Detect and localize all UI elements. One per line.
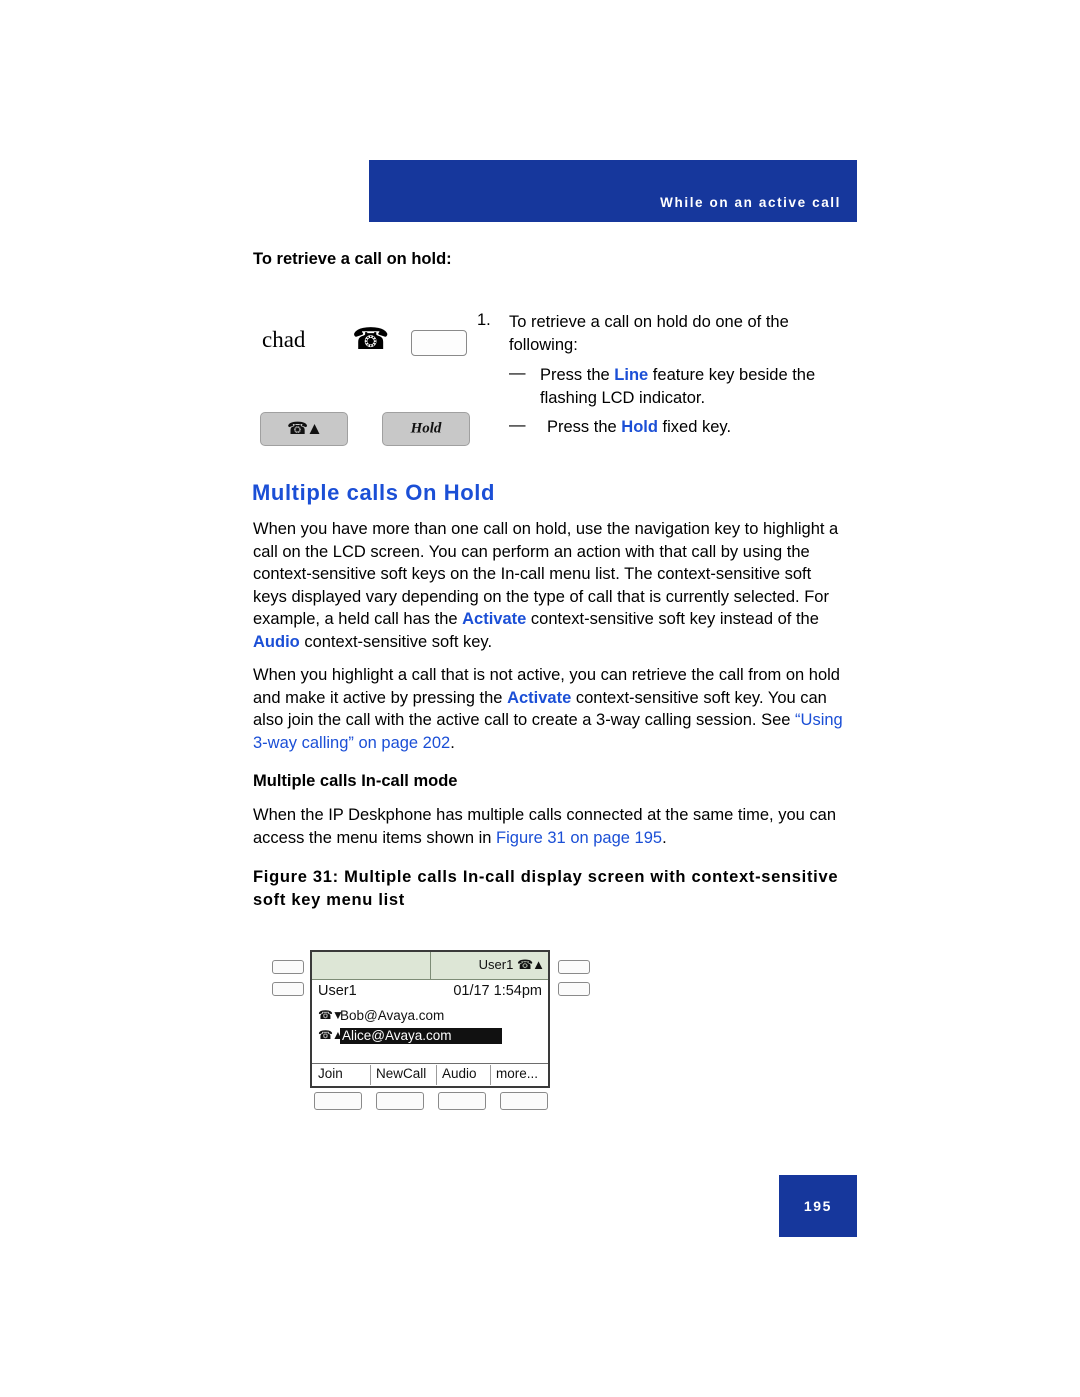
step-1-number: 1.: [477, 311, 491, 329]
lcd-user-name: User1: [318, 983, 357, 999]
softkey-divider-3: [490, 1065, 491, 1085]
bullet-1-pre: Press the: [540, 366, 615, 384]
line-key-label: Line: [614, 366, 649, 384]
lcd-call-entry-1-label: Bob@Avaya.com: [340, 1008, 445, 1023]
handset-icon: ☎▲: [286, 419, 323, 438]
lcd-active-line-tab[interactable]: User1 ☎▲: [479, 954, 546, 976]
lcd-call-entry-2-label: Alice@Avaya.com: [340, 1028, 502, 1044]
lcd-call-entry-2[interactable]: ☎▲ Alice@Avaya.com: [318, 1028, 546, 1046]
lcd-softkey-bar: Join NewCall Audio more...: [312, 1063, 548, 1086]
activate-softkey-ref-2: Activate: [507, 688, 572, 707]
retrieve-heading: To retrieve a call on hold:: [253, 250, 452, 268]
right-side-key-1[interactable]: [558, 960, 590, 974]
lcd-active-line-label: User1: [478, 957, 514, 972]
document-page: While on an active call To retrieve a ca…: [0, 0, 1080, 1397]
audio-softkey-ref: Audio: [253, 632, 300, 651]
softkey-divider-1: [370, 1065, 371, 1085]
page-number: 195: [803, 1198, 833, 1214]
goodbye-fixed-key[interactable]: ☎▲: [260, 412, 348, 446]
softkey-newcall[interactable]: NewCall: [376, 1066, 426, 1081]
line-feature-key[interactable]: [411, 330, 467, 356]
chad-label: chad: [262, 327, 306, 352]
softkey-more[interactable]: more...: [496, 1066, 538, 1081]
bullet-1-dash: —: [509, 364, 526, 382]
page-number-box: 195: [779, 1175, 857, 1237]
paragraph-1-c: context-sensitive soft key instead of th…: [526, 610, 819, 628]
bullet-2-text: Press the Hold fixed key.: [547, 416, 847, 439]
softkey-join[interactable]: Join: [318, 1066, 343, 1081]
paragraph-2-d: .: [450, 733, 455, 752]
hold-key-label: Hold: [410, 420, 442, 437]
bottom-softkey-4[interactable]: [500, 1092, 548, 1110]
left-side-key-1[interactable]: [272, 960, 304, 974]
bottom-softkey-1[interactable]: [314, 1092, 362, 1110]
lcd-status-row: User1 01/17 1:54pm: [312, 981, 548, 1005]
figure-31-graphic: User1 ☎▲ User1 01/17 1:54pm ☎▼ Bob@Avaya…: [268, 950, 598, 1115]
softkey-audio[interactable]: Audio: [442, 1066, 477, 1081]
bullet-2-dash: —: [509, 416, 526, 434]
cross-ref-link-figure31[interactable]: Figure 31 on page 195: [496, 829, 662, 847]
telephone-icon: ☎: [352, 323, 390, 356]
lcd-call-entry-1[interactable]: ☎▼ Bob@Avaya.com: [318, 1008, 546, 1026]
running-head-text: While on an active call: [660, 195, 841, 210]
lcd-line-key-strip: User1 ☎▲: [312, 952, 548, 980]
handset-icon: ☎▲: [516, 957, 545, 972]
bullet-1-text: Press the Line feature key beside the fl…: [540, 364, 840, 409]
step-1-text: To retrieve a call on hold do one of the…: [509, 313, 789, 354]
paragraph-3: When the IP Deskphone has multiple calls…: [253, 804, 849, 849]
lcd-datetime: 01/17 1:54pm: [453, 983, 542, 999]
bullet-2-pre: Press the: [547, 418, 622, 436]
bottom-softkey-2[interactable]: [376, 1092, 424, 1110]
lcd-screen: User1 ☎▲ User1 01/17 1:54pm ☎▼ Bob@Avaya…: [310, 950, 550, 1088]
softkey-divider-2: [436, 1065, 437, 1085]
activate-softkey-ref: Activate: [462, 610, 527, 628]
subheading-incall-mode: Multiple calls In-call mode: [253, 772, 458, 790]
lcd-strip-divider: [430, 952, 431, 980]
right-side-key-2[interactable]: [558, 982, 590, 996]
running-head-bar: While on an active call: [369, 160, 857, 222]
left-side-key-2[interactable]: [272, 982, 304, 996]
paragraph-3-b: .: [662, 828, 667, 847]
bullet-2-post: fixed key.: [657, 418, 732, 436]
section-title: Multiple calls On Hold: [252, 480, 495, 505]
hold-key-ref: Hold: [621, 418, 658, 436]
bottom-softkey-3[interactable]: [438, 1092, 486, 1110]
paragraph-1: When you have more than one call on hold…: [253, 518, 849, 653]
paragraph-2: When you highlight a call that is not ac…: [253, 664, 849, 754]
figure-caption: Figure 31: Multiple calls In-call displa…: [253, 868, 839, 909]
paragraph-1-e: context-sensitive soft key.: [299, 632, 493, 651]
hold-fixed-key[interactable]: Hold: [382, 412, 470, 446]
